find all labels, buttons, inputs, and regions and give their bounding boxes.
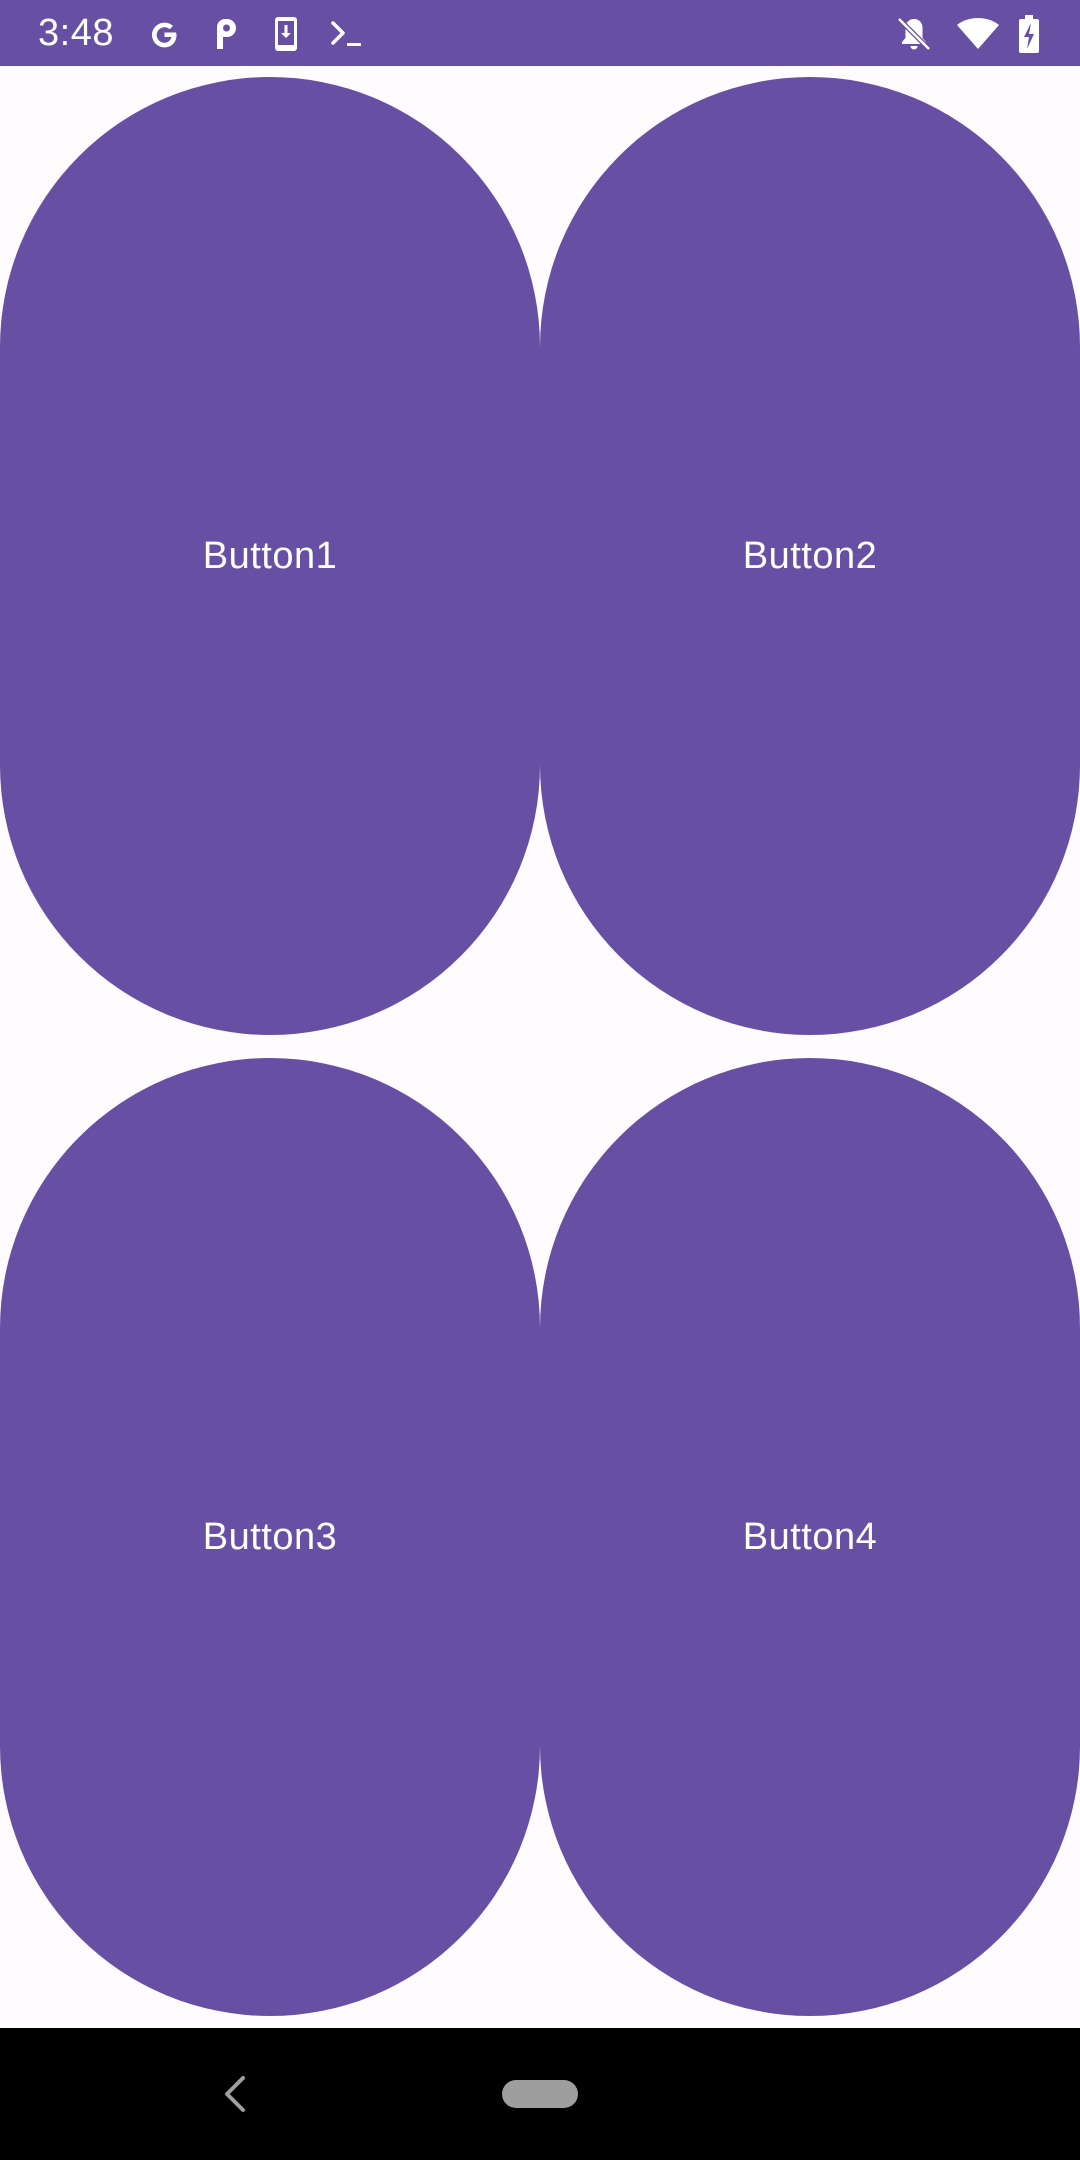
- button-grid: Button1 Button2 Button3 Button4: [0, 66, 1080, 2028]
- button-4[interactable]: Button4: [540, 1058, 1080, 2016]
- terminal-icon: [327, 13, 369, 55]
- p-app-icon: [205, 13, 247, 55]
- notifications-off-icon: [893, 13, 935, 55]
- google-icon: [143, 13, 185, 55]
- status-bar: 3:48: [0, 0, 1080, 66]
- status-time: 3:48: [38, 12, 114, 54]
- back-icon[interactable]: [218, 2072, 252, 2116]
- navigation-bar: [0, 2028, 1080, 2160]
- download-to-device-icon: [265, 13, 307, 55]
- button-3[interactable]: Button3: [0, 1058, 540, 2016]
- button-1[interactable]: Button1: [0, 77, 540, 1035]
- home-pill-icon[interactable]: [502, 2080, 578, 2108]
- battery-charging-icon: [1016, 13, 1042, 55]
- button-2[interactable]: Button2: [540, 77, 1080, 1035]
- wifi-icon: [955, 13, 1001, 55]
